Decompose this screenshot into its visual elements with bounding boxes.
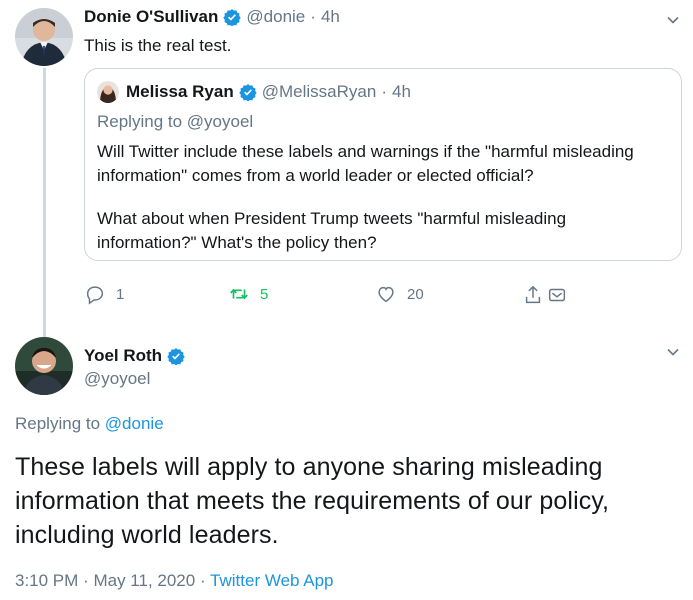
quoted-replying-handle: @yoyoel [186,112,254,131]
tweet1-text: This is the real test. [84,36,232,55]
retweet-icon [230,288,248,300]
dm-icon[interactable] [546,284,568,306]
avatar-donie[interactable] [15,8,73,66]
quoted-author-name[interactable]: Melissa Ryan [126,82,234,102]
tweet2-text: These labels will apply to anyone sharin… [15,453,610,549]
tweet2-time[interactable]: 3:10 PM [15,571,78,590]
quoted-header: Melissa Ryan @MelissaRyan · 4h [126,82,411,102]
chevron-down-icon[interactable] [666,13,680,27]
quoted-paragraph-2: What about when President Trump tweets "… [97,209,567,252]
reply-action[interactable]: 1 [84,283,124,305]
separator-dot: · [199,571,206,590]
avatar-melissa[interactable] [97,81,119,103]
tweet1-header: Donie O'Sullivan @donie · 4h [84,7,340,27]
verified-badge-icon [223,9,242,26]
separator-dot: · [310,7,316,26]
tweet2-source[interactable]: Twitter Web App [210,571,333,590]
verified-badge-icon [239,84,257,101]
share-icon[interactable] [522,284,544,306]
verified-badge-icon [167,348,185,365]
quoted-paragraph-1: Will Twitter include these labels and wa… [97,142,634,185]
tweet2-author-name[interactable]: Yoel Roth [84,346,162,366]
quoted-replying-to: Replying to @yoyoel [97,112,253,132]
tweet1-author-name[interactable]: Donie O'Sullivan [84,7,218,27]
thread-connector-line [43,68,46,340]
tweet2-replying-handle[interactable]: @donie [105,414,164,433]
reply-count: 1 [116,285,125,303]
tweet2-date[interactable]: May 11, 2020 [93,571,195,590]
like-icon [378,286,394,303]
tweet2-replying-to: Replying to @donie [15,414,164,434]
tweet2-handle[interactable]: @yoyoel [84,369,150,389]
retweet-count: 5 [260,285,269,303]
chevron-down-icon[interactable] [666,345,680,359]
tweet1-time[interactable]: 4h [321,7,340,27]
quoted-replying-prefix: Replying to [97,112,183,131]
avatar-yoel[interactable] [15,337,73,395]
separator-dot: · [381,82,387,101]
share-actions [522,284,568,306]
separator-dot: · [83,571,89,590]
like-count: 20 [407,285,424,303]
tweet2-header: Yoel Roth [84,346,185,366]
retweet-action[interactable]: 5 [228,283,268,305]
tweet2-meta: 3:10 PM · May 11, 2020 · Twitter Web App [15,571,334,591]
quoted-handle[interactable]: @MelissaRyan [262,82,377,102]
quoted-time[interactable]: 4h [392,82,411,102]
tweet1-handle[interactable]: @donie [246,7,305,27]
like-action[interactable]: 20 [375,283,424,305]
tweet2-replying-prefix: Replying to [15,414,101,433]
reply-icon [86,286,104,305]
